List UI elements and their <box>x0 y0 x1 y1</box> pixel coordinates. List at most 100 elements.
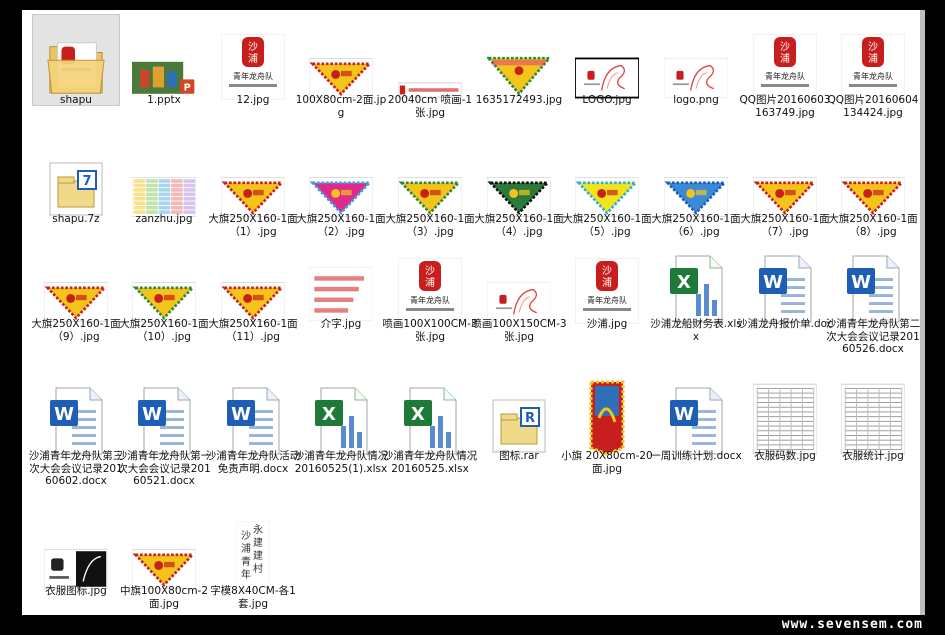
file-name-label: 一周训练计划.docx <box>650 450 742 462</box>
svg-text:建: 建 <box>253 549 263 562</box>
image-thumbnail <box>575 376 639 456</box>
file-name-label: 1635172493.jpg <box>475 94 563 106</box>
image-thumbnail <box>841 376 905 456</box>
file-name-label: 中旗100X80cm-2面.jpg <box>119 585 209 610</box>
file-name-label: 大旗250X160-1面（1）.jpg <box>208 213 298 238</box>
file-name-label: LOGO.jpg <box>582 94 632 106</box>
image-thumbnail: 沙 浦 青年龙舟队 <box>575 244 639 324</box>
file-name-label: 1.pptx <box>147 94 181 106</box>
word-file-icon: W <box>132 376 196 456</box>
svg-text:沙: 沙 <box>241 530 251 542</box>
svg-text:W: W <box>231 404 251 425</box>
svg-text:村: 村 <box>253 562 263 575</box>
file-name-label: 大旗250X160-1面（6）.jpg <box>651 213 741 238</box>
file-browser-pane: shapu P 1.pptx 沙 浦 青年龙舟队 12.jpg 100X80cm-… <box>22 10 920 615</box>
image-thumbnail <box>309 244 373 324</box>
image-thumbnail: 沙 浦 青年龙舟队 <box>753 20 817 100</box>
file-name-label: 沙浦青年龙舟队活动免责声明.docx <box>205 450 301 475</box>
image-thumbnail <box>487 20 551 100</box>
svg-text:青年龙舟队: 青年龙舟队 <box>410 295 450 305</box>
word-file-icon: W <box>221 376 285 456</box>
image-thumbnail <box>398 20 462 100</box>
archive-rar-icon: R <box>487 376 551 456</box>
file-name-label: 喷画100X150CM-3张.jpg <box>471 318 567 343</box>
excel-file-icon: X <box>398 376 462 456</box>
svg-text:沙: 沙 <box>425 265 435 277</box>
svg-text:7: 7 <box>82 174 91 189</box>
file-name-label: 介字.jpg <box>320 318 362 330</box>
svg-text:永: 永 <box>253 523 263 536</box>
svg-text:浦: 浦 <box>248 52 258 65</box>
file-name-label: shapu <box>60 94 92 106</box>
file-name-label: 沙浦.jpg <box>586 318 628 330</box>
svg-text:X: X <box>677 272 691 293</box>
image-thumbnail <box>44 244 108 324</box>
file-name-label: 字模8X40CM-各1套.jpg <box>210 585 296 610</box>
image-thumbnail: 沙 浦 青年龙舟队 <box>221 20 285 100</box>
file-name-label: 小旗 20X80cm-20面.jpg <box>561 450 653 475</box>
file-name-label: 沙浦青年龙舟队第三次大会会议记录20160602.docx <box>28 450 124 487</box>
svg-text:沙: 沙 <box>602 265 612 277</box>
file-name-label: 大旗250X160-1面（3）.jpg <box>385 213 475 238</box>
svg-text:青: 青 <box>241 555 251 568</box>
svg-text:青年龙舟队: 青年龙舟队 <box>233 71 273 81</box>
image-thumbnail: 永建建村 沙浦青年 <box>221 511 285 591</box>
file-name-label: 20040cm 喷画-1张.jpg <box>387 94 473 119</box>
file-name-label: 沙浦龙船财务表.xlsx <box>650 318 742 343</box>
file-name-label: 衣服码数.jpg <box>754 450 816 462</box>
image-thumbnail <box>487 139 551 219</box>
file-name-label: 衣服图标.jpg <box>45 585 107 597</box>
image-thumbnail <box>575 139 639 219</box>
word-file-icon: W <box>664 376 728 456</box>
image-thumbnail <box>221 244 285 324</box>
svg-text:W: W <box>54 404 74 425</box>
file-name-label: 沙浦龙舟报价单.doc <box>737 318 833 330</box>
file-name-label: 沙浦青年龙舟队情况20160525(1).xlsx <box>293 450 389 475</box>
image-thumbnail <box>44 511 108 591</box>
svg-text:W: W <box>142 404 162 425</box>
image-thumbnail <box>398 139 462 219</box>
file-name-label: 喷画100X100CM-3张.jpg <box>382 318 478 343</box>
file-name-label: 大旗250X160-1面（5）.jpg <box>562 213 652 238</box>
svg-text:沙: 沙 <box>248 41 258 53</box>
file-name-label: 大旗250X160-1面（8）.jpg <box>828 213 918 238</box>
svg-text:沙: 沙 <box>780 41 790 53</box>
image-thumbnail <box>753 139 817 219</box>
file-name-label: 大旗250X160-1面（4）.jpg <box>474 213 564 238</box>
excel-file-icon: X <box>309 376 373 456</box>
word-file-icon: W <box>753 244 817 324</box>
file-name-label: 沙浦青年龙舟队第一次大会会议记录20160521.docx <box>116 450 212 487</box>
image-thumbnail: 沙 浦 青年龙舟队 <box>841 20 905 100</box>
file-name-label: 图标.rar <box>499 450 539 462</box>
svg-text:浦: 浦 <box>868 52 878 65</box>
image-thumbnail <box>841 139 905 219</box>
svg-text:W: W <box>674 404 694 425</box>
file-name-label: 衣服统计.jpg <box>842 450 904 462</box>
excel-file-icon: X <box>664 244 728 324</box>
file-name-label: zanzhu.jpg <box>135 213 193 225</box>
file-name-label: 大旗250X160-1面（7）.jpg <box>740 213 830 238</box>
image-thumbnail <box>221 139 285 219</box>
svg-text:P: P <box>184 83 191 94</box>
file-name-label: 12.jpg <box>236 94 270 106</box>
word-file-icon: W <box>841 244 905 324</box>
svg-text:浦: 浦 <box>241 542 251 555</box>
image-thumbnail <box>132 139 196 219</box>
file-name-label: 沙浦青年龙舟队情况20160525.xlsx <box>382 450 478 475</box>
archive-7z-icon: 7 <box>44 139 108 219</box>
folder-icon <box>44 20 108 100</box>
svg-text:青年龙舟队: 青年龙舟队 <box>853 71 893 81</box>
image-thumbnail: 沙 浦 青年龙舟队 <box>398 244 462 324</box>
file-name-label: QQ图片20160603163749.jpg <box>739 94 831 119</box>
svg-text:X: X <box>322 404 336 425</box>
image-thumbnail <box>309 20 373 100</box>
svg-text:浦: 浦 <box>425 276 435 289</box>
vertical-scrollbar[interactable] <box>920 10 925 615</box>
svg-text:浦: 浦 <box>780 52 790 65</box>
image-thumbnail <box>664 20 728 100</box>
scrollbar-thumb[interactable] <box>920 10 925 615</box>
file-name-label: 大旗250X160-1面（2）.jpg <box>296 213 386 238</box>
svg-text:青年龙舟队: 青年龙舟队 <box>587 295 627 305</box>
powerpoint-file-icon: P <box>132 20 196 100</box>
svg-text:R: R <box>525 411 535 426</box>
